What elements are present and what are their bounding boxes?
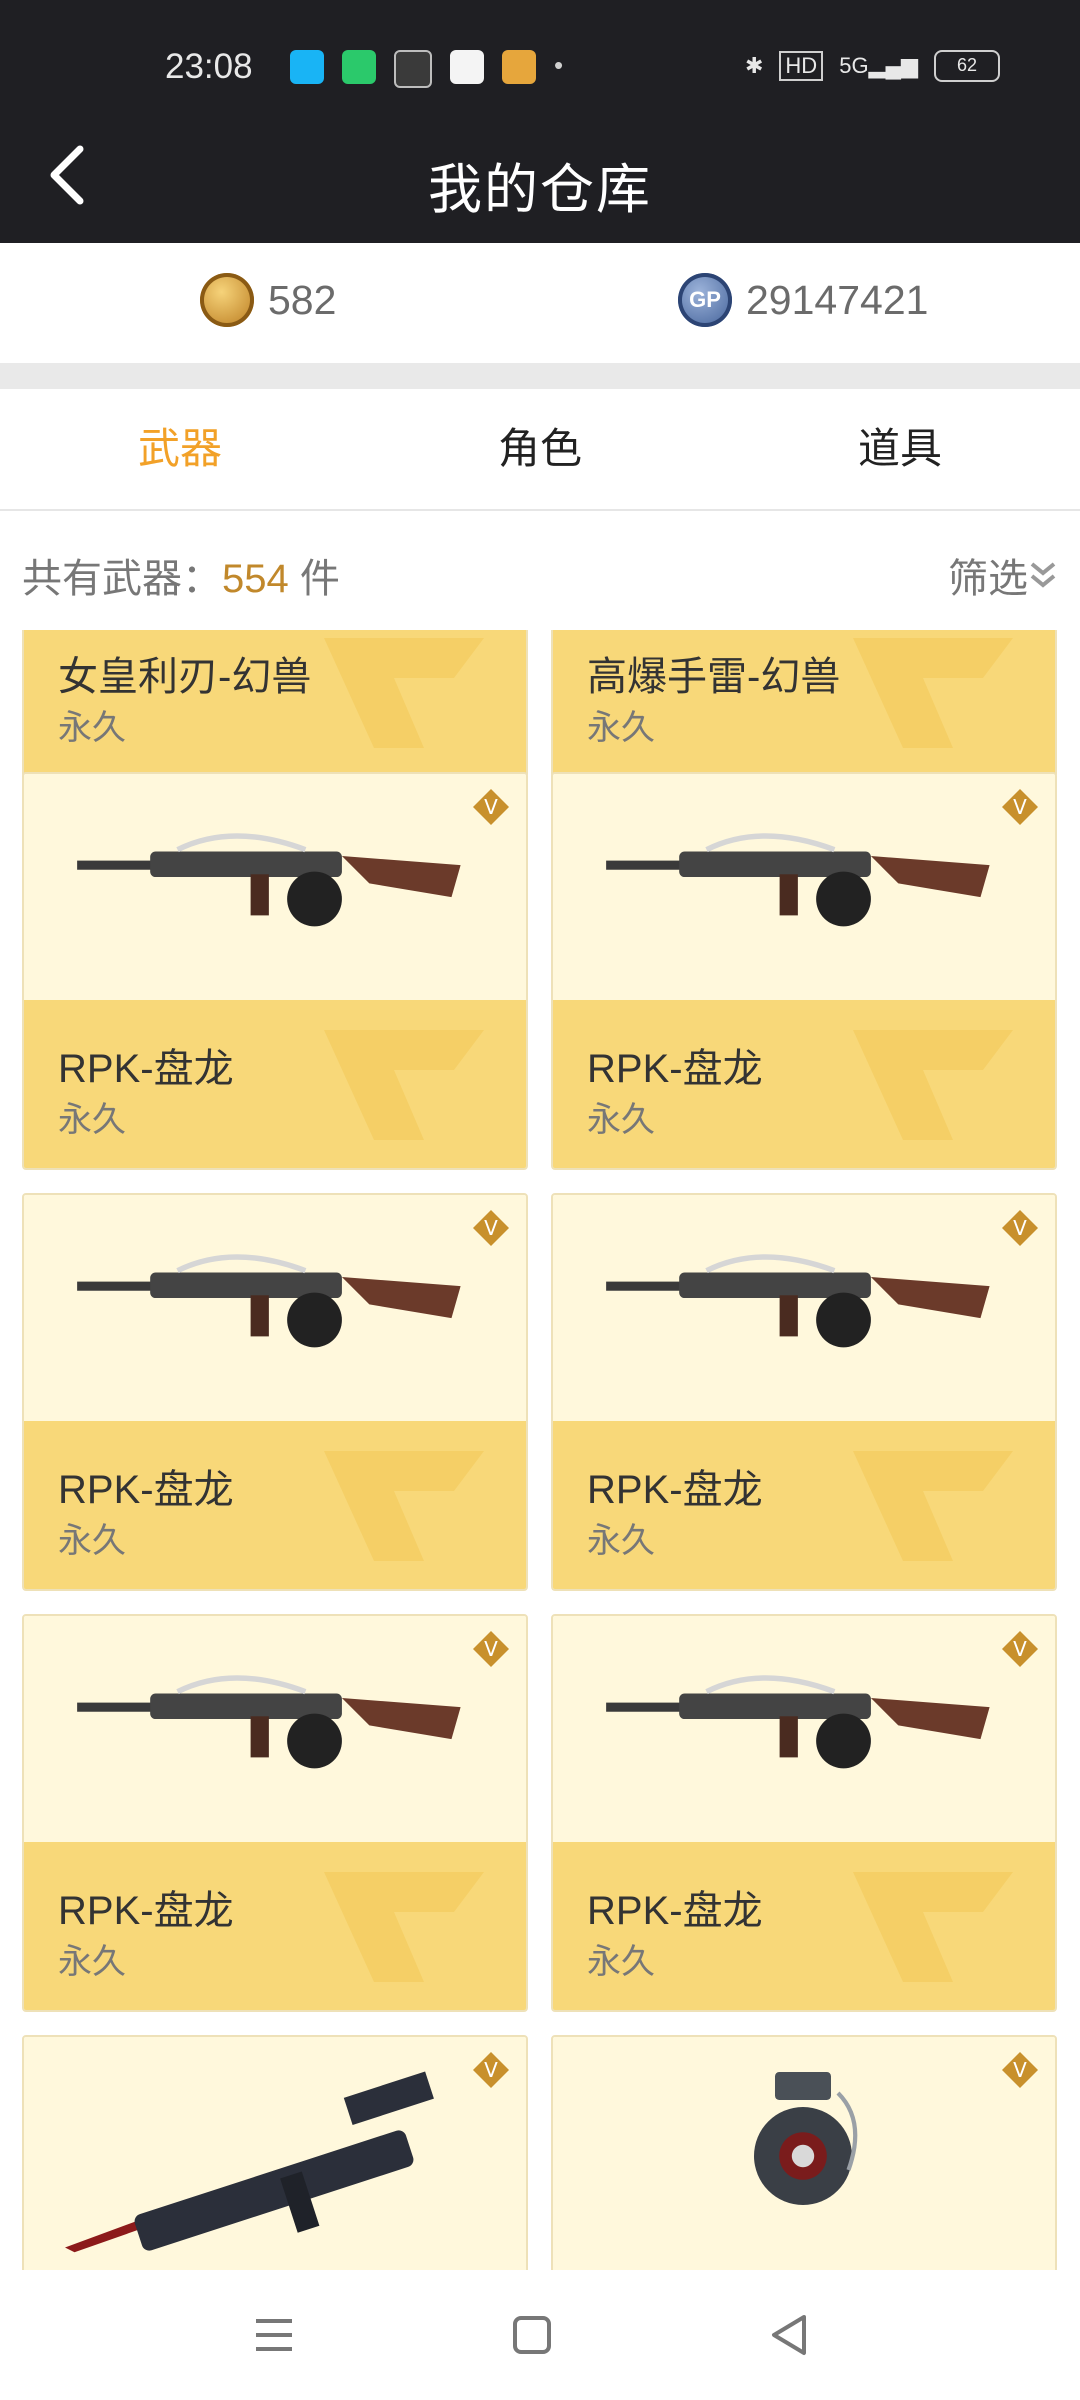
home-icon[interactable] — [502, 2305, 562, 2365]
section-divider — [0, 363, 1080, 389]
currency-row: 582 GP 29147421 — [0, 243, 1080, 363]
game-icon — [502, 50, 536, 84]
item-name: RPK-盘龙 — [587, 1047, 763, 1091]
item-duration: 永久 — [58, 709, 126, 747]
svg-text:V: V — [1013, 795, 1027, 819]
app-icon — [450, 50, 484, 84]
item-name: RPK-盘龙 — [58, 1047, 234, 1091]
signal-icon: 5G▂▄▆ — [839, 53, 918, 78]
status-bar: 23:08 • ✱ HD 5G▂▄▆ 62 — [0, 0, 1080, 107]
cf-logo-watermark — [853, 638, 1013, 748]
filter-button[interactable]: 筛选 — [948, 546, 1058, 604]
status-right: ✱ HD 5G▂▄▆ 62 — [745, 50, 1000, 82]
svg-text:V: V — [1013, 2058, 1027, 2082]
grenade-image — [754, 2072, 858, 2205]
item-duration: 永久 — [587, 709, 655, 747]
cf-logo-watermark — [324, 638, 484, 748]
more-notifications-dot: • — [554, 50, 564, 80]
item-duration: 永久 — [58, 1101, 126, 1139]
rpk-rifle-image — [606, 1254, 990, 1348]
svg-text:V: V — [484, 795, 498, 819]
svg-text:V: V — [484, 2058, 498, 2082]
item-grid: 女皇利刃-幻兽 永久 高爆手雷-幻兽 永久 V RPK-盘龙 永久 V RPK-… — [0, 630, 1080, 2270]
vip-badge-icon: V — [473, 1210, 509, 1246]
item-name: 高爆手雷-幻兽 — [587, 655, 841, 699]
item-name: RPK-盘龙 — [587, 1889, 763, 1933]
vip-badge-icon: V — [1002, 1631, 1038, 1667]
rpk-rifle-image — [77, 833, 461, 927]
item-duration: 永久 — [58, 1943, 126, 1981]
page-title: 我的仓库 — [428, 160, 652, 220]
item-card[interactable]: V RPK-盘龙 永久 — [551, 1193, 1057, 1591]
gp-points-value: 29147421 — [746, 276, 929, 323]
item-card[interactable]: V RPK-盘龙 永久 — [551, 772, 1057, 1170]
svg-text:V: V — [484, 1637, 498, 1661]
status-time: 23:08 — [165, 47, 253, 86]
item-name: 女皇利刃-幻兽 — [58, 655, 312, 699]
back-triangle-icon[interactable] — [760, 2305, 820, 2365]
svg-text:V: V — [1013, 1216, 1027, 1240]
menu-icon[interactable] — [244, 2305, 304, 2365]
svg-text:V: V — [1013, 1637, 1027, 1661]
cf-coin-icon — [200, 273, 254, 327]
rpk-rifle-image — [77, 1675, 461, 1769]
rifle-with-blade-image — [65, 2071, 434, 2253]
hd-icon: HD — [779, 51, 824, 81]
summary-row: 共有武器：554 件 筛选 — [0, 511, 1080, 631]
item-card[interactable]: V RPK-盘龙 永久 — [551, 1614, 1057, 2012]
item-name: RPK-盘龙 — [58, 1889, 234, 1933]
item-duration: 永久 — [58, 1522, 126, 1560]
vip-badge-icon: V — [473, 1631, 509, 1667]
category-tabs: 武器 角色 道具 — [0, 389, 1080, 511]
item-card[interactable]: V RPK-盘龙 永久 — [22, 1193, 528, 1591]
item-card[interactable]: V RPK-盘龙 永久 — [22, 772, 528, 1170]
vip-badge-icon: V — [1002, 1210, 1038, 1246]
double-chevron-down-icon — [1030, 562, 1056, 588]
message-icon — [342, 50, 376, 84]
item-duration: 永久 — [587, 1943, 655, 1981]
rpk-rifle-image — [606, 1675, 990, 1769]
item-duration: 永久 — [587, 1101, 655, 1139]
cf-logo-watermark — [324, 1030, 484, 1140]
gp-coin-icon: GP — [678, 273, 732, 327]
item-card[interactable]: V RPK-盘龙 永久 — [22, 1614, 528, 2012]
bluetooth-icon: ✱ — [744, 53, 764, 78]
gp-points: GP 29147421 — [678, 273, 928, 327]
cf-logo-watermark — [324, 1872, 484, 1982]
cf-points-value: 582 — [268, 276, 337, 323]
vip-badge-icon: V — [473, 789, 509, 825]
app-header: 我的仓库 — [0, 107, 1080, 243]
item-duration: 永久 — [587, 1522, 655, 1560]
item-card[interactable]: 高爆手雷-幻兽 永久 — [551, 630, 1057, 778]
cf-logo-watermark — [853, 1872, 1013, 1982]
vip-badge-icon: V — [1002, 789, 1038, 825]
notification-icons: • — [290, 50, 563, 88]
svg-text:V: V — [484, 1216, 498, 1240]
rpk-rifle-image — [606, 833, 990, 927]
rpk-rifle-image — [77, 1254, 461, 1348]
cf-logo-watermark — [324, 1451, 484, 1561]
weapon-count-number: 554 — [222, 557, 289, 601]
cf-logo-watermark — [853, 1030, 1013, 1140]
wechat-icon — [394, 50, 432, 88]
item-card[interactable]: 女皇利刃-幻兽 永久 — [22, 630, 528, 778]
cf-logo-watermark — [853, 1451, 1013, 1561]
item-name: RPK-盘龙 — [587, 1468, 763, 1512]
weapon-count: 共有武器：554 件 — [22, 557, 340, 601]
qq-icon — [290, 50, 324, 84]
item-card[interactable]: V — [22, 2035, 528, 2270]
tab-items[interactable]: 道具 — [720, 389, 1080, 509]
battery-icon: 62 — [934, 50, 1000, 82]
vip-badge-icon: V — [1002, 2052, 1038, 2088]
vip-badge-icon: V — [473, 2052, 509, 2088]
item-card[interactable]: V — [551, 2035, 1057, 2270]
tab-characters[interactable]: 角色 — [360, 389, 720, 509]
system-nav-bar — [0, 2270, 1080, 2400]
tab-weapons[interactable]: 武器 — [0, 389, 360, 509]
cf-points: 582 — [200, 273, 336, 327]
item-name: RPK-盘龙 — [58, 1468, 234, 1512]
